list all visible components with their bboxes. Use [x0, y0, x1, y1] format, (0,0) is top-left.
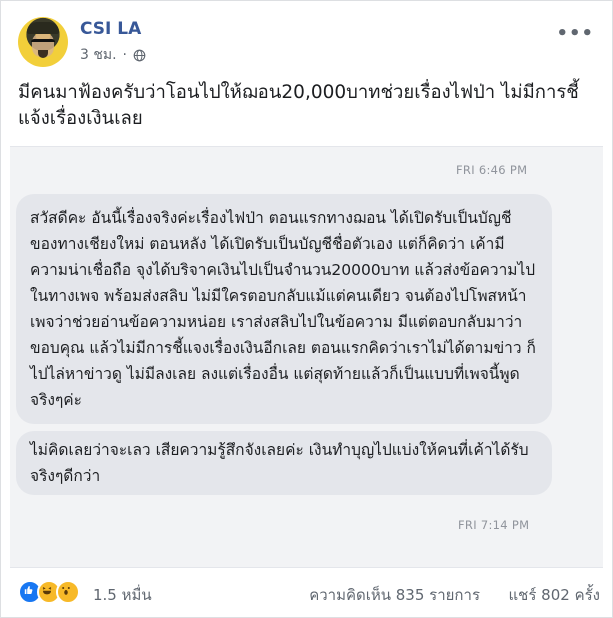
post-card: CSI LA 3 ชม. · ••• มีคนมาฟ้องครับว่าโอนไ…	[0, 0, 613, 618]
timestamp-first: FRI 6:46 PM	[456, 163, 528, 177]
reaction-count[interactable]: 1.5 หมื่น	[93, 583, 152, 607]
message-bubble-first: สวัสดีคะ อันนี้เรื่องจริงค่ะเรื่องไฟป่า …	[16, 194, 552, 424]
more-options-icon[interactable]: •••	[556, 23, 594, 44]
message-bubble-second: ไม่คิดเลยว่าจะเลว เสียความรู้สึกจังเลยค่…	[16, 431, 552, 495]
shares-count-link[interactable]: แชร์ 802 ครั้ง	[509, 583, 601, 607]
reactions-group[interactable]	[18, 580, 80, 604]
meta-separator: ·	[122, 47, 127, 63]
timestamp-second: FRI 7:14 PM	[458, 518, 530, 532]
post-meta: 3 ชม. ·	[80, 44, 146, 66]
post-footer: 1.5 หมื่น ความคิดเห็น 835 รายการ แชร์ 80…	[18, 578, 600, 608]
post-header: CSI LA 3 ชม. · •••	[18, 15, 602, 71]
wow-icon	[56, 580, 80, 604]
comments-count-link[interactable]: ความคิดเห็น 835 รายการ	[309, 583, 480, 607]
page-name-link[interactable]: CSI LA	[80, 19, 141, 39]
page-avatar[interactable]	[18, 17, 68, 67]
globe-icon[interactable]	[133, 49, 146, 62]
post-time[interactable]: 3 ชม.	[80, 44, 117, 66]
avatar-hat	[27, 22, 59, 34]
chat-screenshot-image: FRI 6:46 PM สวัสดีคะ อันนี้เรื่องจริงค่ะ…	[10, 146, 603, 568]
post-text: มีคนมาฟ้องครับว่าโอนไปให้ฌอน20,000บาทช่ว…	[18, 82, 579, 129]
avatar-glasses	[31, 39, 55, 48]
